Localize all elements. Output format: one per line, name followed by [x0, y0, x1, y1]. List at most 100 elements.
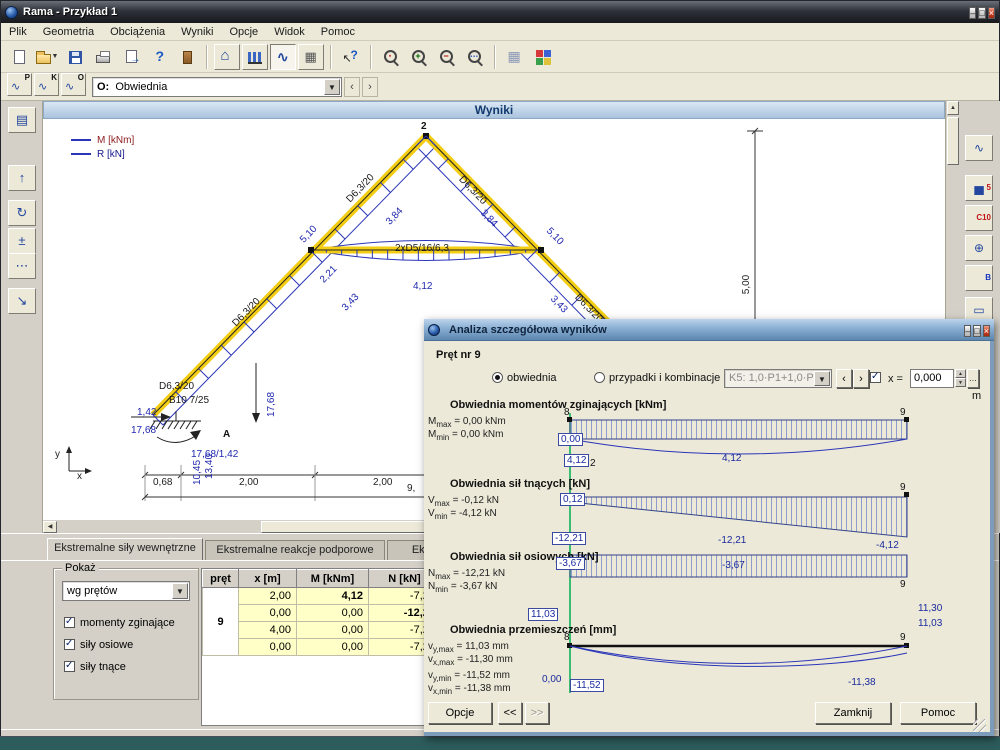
minimize-button[interactable]: –	[969, 7, 976, 19]
geometry-icon	[219, 49, 236, 65]
dialog-close-button[interactable]: ×	[983, 325, 990, 337]
open-icon	[36, 54, 51, 64]
diagram-label: 2	[590, 458, 596, 469]
zoom-window-button[interactable]	[378, 44, 404, 70]
exit-button[interactable]	[174, 44, 200, 70]
new-document-button[interactable]	[6, 44, 32, 70]
zoom-in-button[interactable]	[406, 44, 432, 70]
pokaz-combo-value: wg prętów	[67, 585, 117, 597]
diagram-label: -4,12	[876, 540, 899, 551]
context-help-button[interactable]	[338, 44, 364, 70]
panels-button[interactable]: ▤	[8, 107, 36, 133]
zoom-area-button[interactable]	[462, 44, 488, 70]
results-toolbar: ∿P∿K∿O O: Obwiednia ▼ ‹›	[1, 73, 999, 101]
value-cell: 0,00	[297, 622, 369, 639]
pan-button[interactable]: ↘	[8, 288, 36, 314]
menu-item-pomoc[interactable]: Pomoc	[313, 25, 363, 39]
print-button[interactable]	[90, 44, 116, 70]
menu-item-widok[interactable]: Widok	[266, 25, 313, 39]
resize-grip[interactable]	[973, 719, 986, 732]
loads-button[interactable]	[242, 44, 268, 70]
legend-label: M [kNm]	[97, 135, 134, 146]
zamknij-button[interactable]: Zamknij	[815, 702, 891, 724]
scroll-left-button[interactable]: ◀	[43, 521, 57, 533]
canvas-label: 9,	[407, 483, 415, 494]
combination-mode-button[interactable]: ∿K	[34, 73, 59, 96]
x-input[interactable]: 0,000	[910, 369, 954, 388]
x-spinner[interactable]: ▲▼	[955, 369, 966, 388]
combination-combo[interactable]: K5: 1,0·P1+1,0·P ▼	[724, 369, 832, 388]
grid-button[interactable]	[502, 44, 528, 70]
table-row: 4,000,00-7,21	[203, 622, 441, 639]
prev-combination-button[interactable]: ‹	[836, 369, 852, 388]
save-icon	[69, 51, 82, 64]
prev-member-button[interactable]: <<	[498, 702, 522, 724]
next-combination-button[interactable]: ›	[853, 369, 869, 388]
open-button[interactable]: ▼	[34, 44, 60, 70]
opcje-button[interactable]: Opcje	[428, 702, 492, 724]
menu-item-plik[interactable]: Plik	[1, 25, 35, 39]
spin-down-icon[interactable]: ▼	[955, 378, 966, 387]
checkbox-si-y-tn-ce[interactable]: siły tnące	[64, 661, 126, 673]
radio-obwiednia[interactable]: obwiednia	[492, 372, 557, 384]
section-title: Obwiednia przemieszczeń [mm]	[450, 624, 616, 636]
bearing-button[interactable]: B	[965, 265, 993, 291]
loadcase-mode-button[interactable]: ∿P	[7, 73, 32, 96]
canvas-label: 17,68	[266, 392, 277, 417]
export-button[interactable]	[118, 44, 144, 70]
envelope-mode-button[interactable]: ∿O	[61, 73, 86, 96]
menu-item-wyniki[interactable]: Wyniki	[173, 25, 221, 39]
prev-result-button[interactable]: ‹	[344, 77, 360, 97]
next-result-button[interactable]: ›	[362, 77, 378, 97]
x-checkbox[interactable]	[870, 372, 886, 384]
detail-dialog: Analiza szczegółowa wyników –□× Pręt nr …	[424, 319, 994, 736]
menu-item-obci-enia[interactable]: Obciążenia	[102, 25, 173, 39]
radio-dot	[492, 372, 503, 383]
node-dots-button[interactable]: ⋯	[8, 253, 36, 279]
legend-line-swatch	[71, 139, 91, 141]
help-button[interactable]	[146, 44, 172, 70]
tab-ekstremalne-reakcje-podporowe[interactable]: Ekstremalne reakcje podporowe	[205, 540, 385, 560]
maximize-button[interactable]: □	[978, 7, 985, 19]
combination-c10-button[interactable]: C10	[965, 205, 993, 231]
zoom-out-button[interactable]	[434, 44, 460, 70]
next-member-button[interactable]: >>	[525, 702, 549, 724]
results-header: Wyniki	[43, 101, 945, 119]
tab-ekstremalne-si-y-wewn-trzne[interactable]: Ekstremalne siły wewnętrzne	[47, 538, 203, 560]
display-options-button[interactable]	[530, 44, 556, 70]
fit-view-button[interactable]: ↑	[8, 165, 36, 191]
scroll-up-button[interactable]: ▲	[947, 101, 959, 115]
chevron-down-icon[interactable]: ▼	[172, 583, 188, 599]
geometry-button[interactable]	[214, 44, 240, 70]
toggle-axes-button[interactable]: ±	[8, 228, 36, 254]
stress-diagram-button[interactable]: ∿	[965, 135, 993, 161]
checkbox-momenty-zginaj-ce[interactable]: momenty zginające	[64, 617, 175, 629]
chevron-down-icon[interactable]: ▼	[814, 371, 830, 386]
circular-button[interactable]: ⊕	[965, 235, 993, 261]
checkbox-si-y-osiowe[interactable]: siły osiowe	[64, 639, 133, 651]
diagram-label: 9	[900, 632, 906, 643]
save-button[interactable]	[62, 44, 88, 70]
pomoc-button[interactable]: Pomoc	[900, 702, 976, 724]
x-dots-button[interactable]: …	[967, 369, 979, 388]
results-table: prętx [m]M [kNm]N [kN] 92,004,12-7,210,0…	[202, 569, 441, 656]
chevron-down-icon[interactable]: ▼	[324, 79, 340, 95]
results-button[interactable]	[270, 44, 296, 70]
spin-up-icon[interactable]: ▲	[955, 369, 966, 378]
dialog-minimize-button[interactable]: –	[964, 325, 971, 337]
radio-przypadki[interactable]: przypadki i kombinacje	[594, 372, 720, 384]
vscroll-thumb[interactable]	[947, 117, 959, 165]
report-button[interactable]	[298, 44, 324, 70]
section-value-line: Vmin = -4,12 kN	[428, 508, 497, 521]
envelope-5-button[interactable]: ▅5	[965, 175, 993, 201]
mode-letter: P	[25, 73, 30, 82]
close-button[interactable]: ×	[988, 7, 995, 19]
diagram-label: 9	[900, 482, 906, 493]
rotate-view-button[interactable]: ↻	[8, 200, 36, 226]
pokaz-combo[interactable]: wg prętów ▼	[62, 581, 190, 601]
dialog-maximize-button[interactable]: □	[973, 325, 980, 337]
envelope-combo[interactable]: O: Obwiednia ▼	[92, 77, 342, 97]
menu-item-opcje[interactable]: Opcje	[221, 25, 266, 39]
dialog-title: Analiza szczegółowa wyników	[449, 324, 962, 336]
menu-item-geometria[interactable]: Geometria	[35, 25, 102, 39]
